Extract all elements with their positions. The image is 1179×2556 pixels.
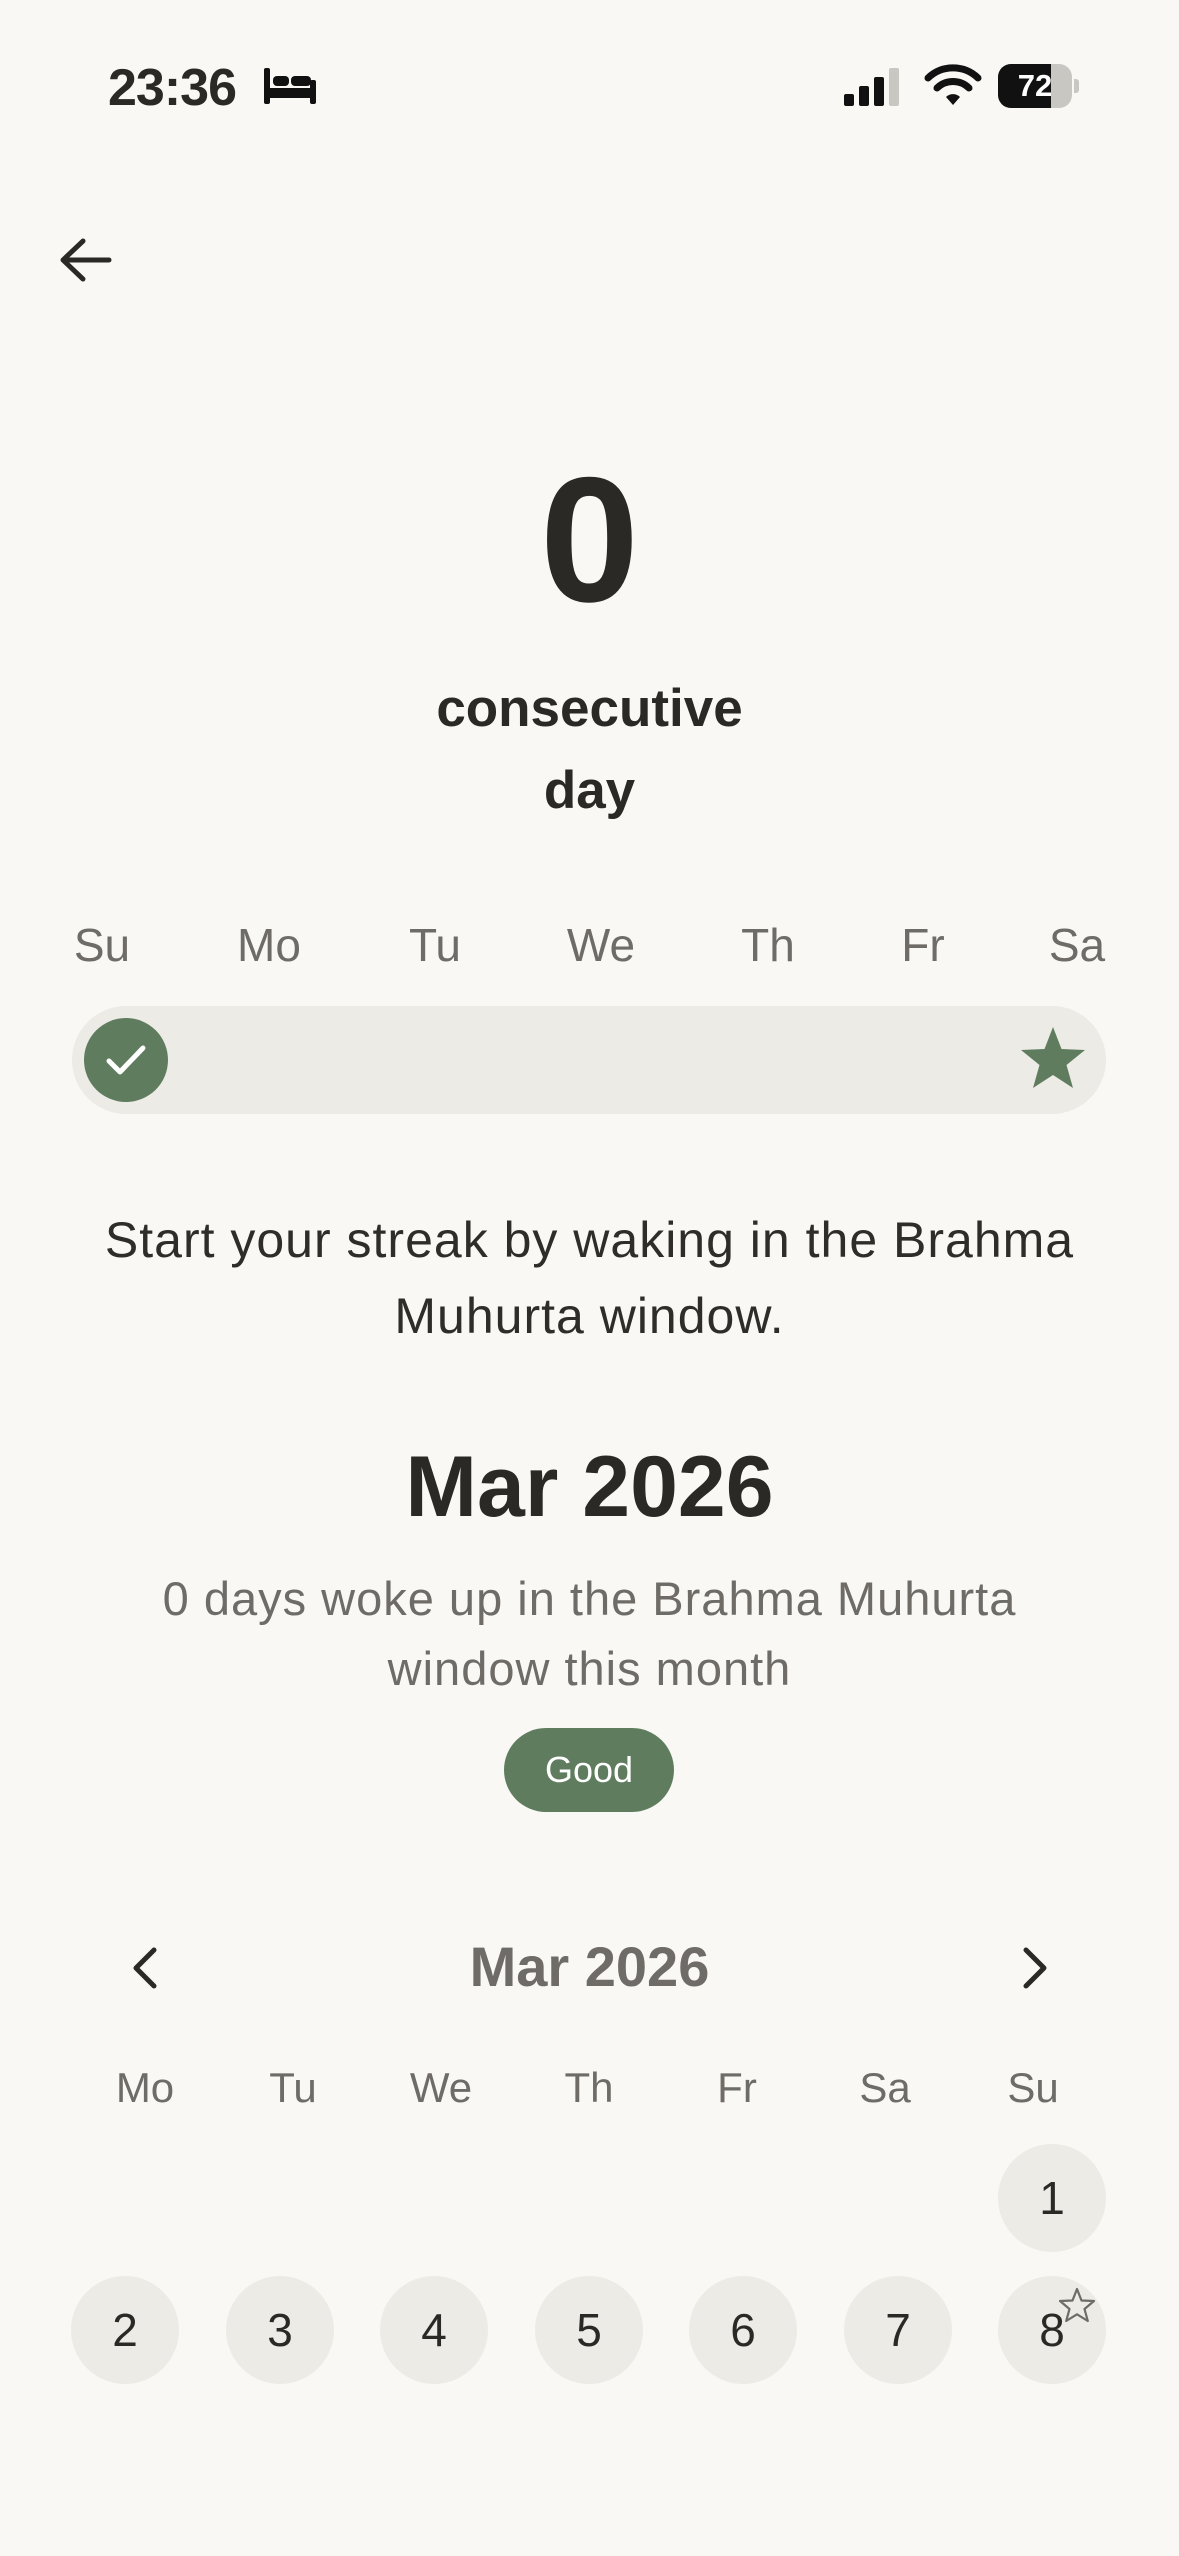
star-outline-icon [1058,2287,1096,2323]
week-day-tu: Tu [409,919,461,971]
calendar-day-1[interactable]: 1 [998,2144,1106,2252]
check-icon [106,1045,146,1075]
battery-level-text: 72 [1017,68,1053,103]
bed-icon [264,68,316,104]
cellular-signal-icon [844,68,899,106]
calendar-header-th: Th [564,2064,614,2111]
calendar-day-6[interactable]: 6 [689,2276,797,2384]
calendar-day-7[interactable]: 7 [844,2276,952,2384]
wifi-icon [924,64,982,105]
week-day-su: Su [73,919,131,971]
summary-description: 0 days woke up in the Brahma Muhurta win… [162,1572,1017,1695]
week-progress-track [72,1006,1106,1114]
week-day-mo: Mo [237,919,301,971]
back-button[interactable] [48,222,124,298]
week-day-th: Th [741,919,795,971]
streak-label-line1: consecutive [436,679,743,738]
streak-label: consecutive day [0,668,1179,832]
calendar-day-3[interactable]: 3 [226,2276,334,2384]
calendar-header-tu: Tu [269,2064,317,2111]
streak-count: 0 [540,440,639,639]
calendar-day-2[interactable]: 2 [71,2276,179,2384]
calendar-day-8[interactable]: 8 [998,2276,1106,2384]
summary-month-title: Mar 2026 [405,1439,774,1535]
week-day-we: We [566,919,636,971]
week-day-fr: Fr [901,919,945,971]
streak-hint: Start your streak by waking in the Brahm… [104,1212,1075,1344]
chevron-right-icon [1023,1947,1047,1989]
calendar-title: Mar 2026 [469,1935,710,1998]
week-day-sa: Sa [1048,919,1106,971]
streak-label-line2: day [543,761,636,820]
battery-icon: 72 [998,64,1079,108]
status-badge: Good [504,1728,674,1812]
calendar-header-we: We [409,2064,473,2111]
calendar-day-4[interactable]: 4 [380,2276,488,2384]
day-completed-marker [84,1018,168,1102]
calendar-header-su: Su [1007,2064,1059,2111]
next-month-button[interactable] [1008,1934,1062,2002]
calendar-day-5[interactable]: 5 [535,2276,643,2384]
calendar-header-fr: Fr [717,2064,757,2111]
status-time: 23:36 [108,59,237,117]
arrow-left-icon [60,238,112,282]
calendar-header-mo: Mo [115,2064,175,2111]
star-icon [1021,1027,1085,1088]
calendar-header-sa: Sa [859,2064,911,2111]
